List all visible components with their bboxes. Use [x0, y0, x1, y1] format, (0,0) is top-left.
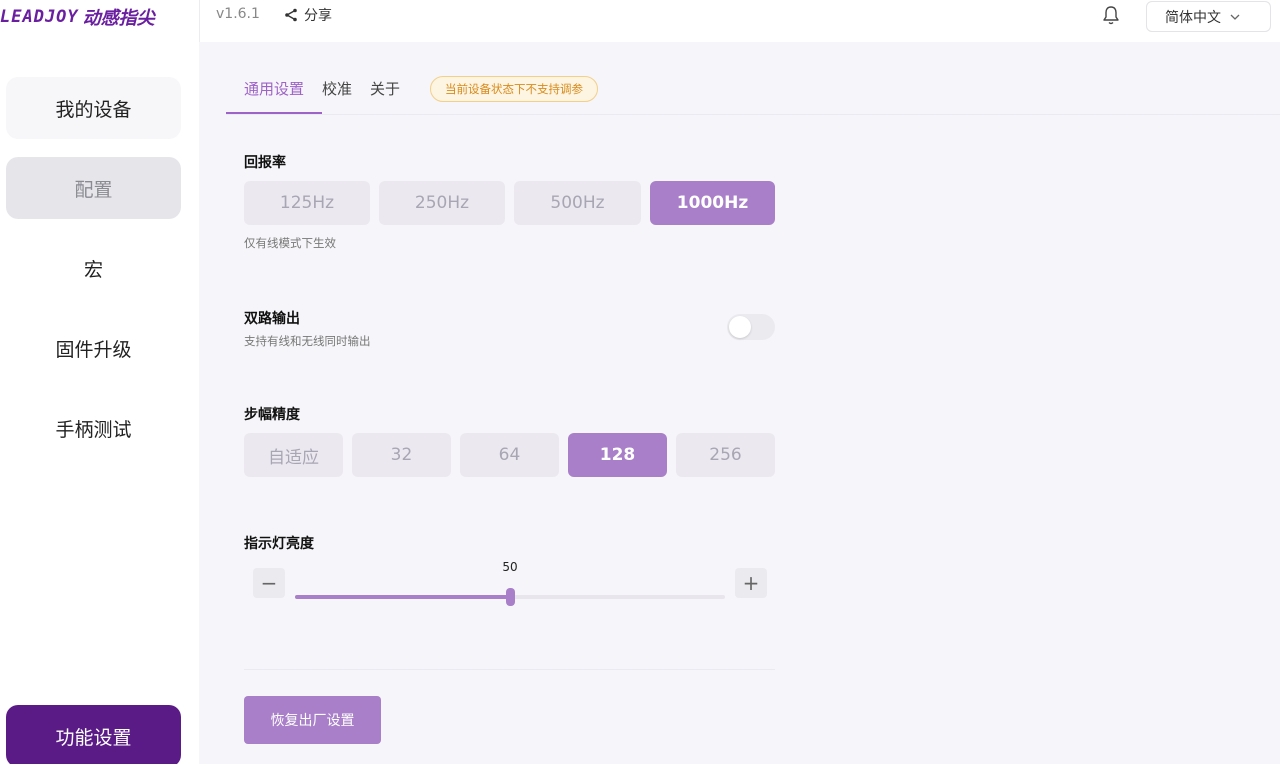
report-rate-title: 回报率	[244, 155, 286, 171]
sidebar-item-label: 固件升级	[55, 338, 132, 361]
language-value: 简体中文	[1165, 9, 1221, 26]
report-rate-option-125hz[interactable]: 125Hz	[244, 181, 370, 225]
brightness-decrease-button[interactable]: −	[253, 568, 285, 598]
report-rate-option-500hz[interactable]: 500Hz	[514, 181, 641, 225]
sidebar-item-label: 配置	[74, 178, 113, 201]
section-divider	[244, 669, 775, 670]
logo-text-cn: 动感指尖	[82, 8, 155, 29]
slider-fill	[295, 595, 510, 599]
topbar-divider	[199, 0, 200, 42]
report-rate-option-250hz[interactable]: 250Hz	[379, 181, 505, 225]
share-label: 分享	[304, 8, 332, 24]
step-precision-option-256[interactable]: 256	[676, 433, 775, 477]
step-precision-option-64[interactable]: 64	[460, 433, 559, 477]
step-precision-option-128[interactable]: 128	[568, 433, 667, 477]
sidebar: 我的设备 配置 宏 固件升级 手柄测试 功能设置	[0, 42, 199, 764]
bell-icon[interactable]	[1100, 4, 1122, 26]
version-label: v1.6.1	[216, 6, 260, 22]
sidebar-item-label: 我的设备	[55, 98, 132, 121]
slider-thumb[interactable]	[506, 588, 515, 606]
dual-output-desc: 支持有线和无线同时输出	[244, 334, 371, 348]
sidebar-item-firmware-upgrade[interactable]: 固件升级	[6, 317, 181, 379]
sidebar-item-macro[interactable]: 宏	[6, 237, 181, 299]
tab-calibration[interactable]: 校准	[322, 72, 370, 114]
toggle-knob	[729, 316, 751, 338]
report-rate-desc: 仅有线模式下生效	[244, 236, 336, 250]
warning-badge: 当前设备状态下不支持调参	[430, 76, 599, 102]
report-rate-option-1000hz[interactable]: 1000Hz	[650, 181, 775, 225]
led-brightness-title: 指示灯亮度	[244, 536, 314, 552]
share-icon	[285, 8, 297, 22]
language-select[interactable]: 简体中文	[1146, 1, 1271, 32]
brightness-value: 50	[502, 560, 518, 574]
tab-bar: 通用设置 校准 关于 当前设备状态下不支持调参	[226, 72, 599, 114]
dual-output-title: 双路输出	[244, 311, 300, 327]
sidebar-item-label: 宏	[83, 258, 103, 281]
sidebar-item-function-settings[interactable]: 功能设置	[6, 705, 181, 764]
chevron-down-icon	[1230, 14, 1240, 20]
tab-general-settings[interactable]: 通用设置	[226, 72, 323, 114]
tabs-divider	[226, 114, 1280, 115]
top-bar: LEADJOY 动感指尖 v1.6.1 分享 简体中文	[0, 0, 1280, 42]
share-button[interactable]: 分享	[284, 5, 332, 25]
step-precision-option-adaptive[interactable]: 自适应	[244, 433, 343, 477]
logo-text-en: LEADJOY	[0, 7, 79, 27]
brightness-slider[interactable]	[295, 588, 725, 606]
sidebar-item-my-devices[interactable]: 我的设备	[6, 77, 181, 139]
factory-reset-button[interactable]: 恢复出厂设置	[244, 696, 381, 744]
sidebar-item-config[interactable]: 配置	[6, 157, 181, 219]
main-panel: 通用设置 校准 关于 当前设备状态下不支持调参 回报率 125Hz 250Hz …	[200, 42, 1280, 764]
tab-about[interactable]: 关于	[370, 72, 418, 114]
dual-output-toggle[interactable]	[727, 314, 775, 340]
sidebar-item-label: 手柄测试	[55, 418, 132, 441]
app-logo: LEADJOY 动感指尖	[0, 4, 155, 30]
step-precision-title: 步幅精度	[244, 407, 300, 423]
sidebar-item-controller-test[interactable]: 手柄测试	[6, 397, 181, 459]
brightness-increase-button[interactable]: +	[735, 568, 767, 598]
step-precision-option-32[interactable]: 32	[352, 433, 451, 477]
sidebar-item-label: 功能设置	[55, 726, 132, 749]
